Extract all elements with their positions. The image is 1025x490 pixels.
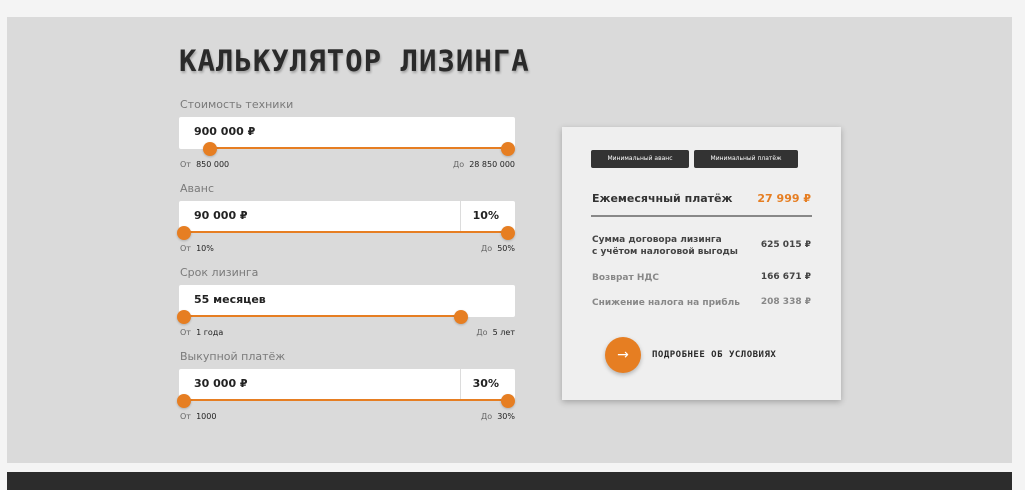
advance-label: Аванс <box>180 182 214 195</box>
arrow-right-icon: → <box>617 347 629 363</box>
term-slider-handle[interactable] <box>454 310 468 324</box>
term-value: 55 месяцев <box>194 293 266 306</box>
tax-reduction-value: 208 338 ₽ <box>760 297 811 307</box>
min-advance-button[interactable]: Минимальный аванс <box>591 150 689 168</box>
term-label: Срок лизинга <box>180 266 259 279</box>
min-payment-button[interactable]: Минимальный платёж <box>694 150 798 168</box>
cost-slider-track[interactable] <box>210 147 508 149</box>
cost-value: 900 000 ₽ <box>194 125 256 138</box>
buyout-label: Выкупной платёж <box>180 350 286 363</box>
cost-input[interactable]: 900 000 ₽ <box>179 117 515 149</box>
tax-reduction-label: Снижение налога на прибль <box>592 298 740 308</box>
monthly-payment-label: Ежемесячный платёж <box>592 192 733 205</box>
vat-return-value: 166 671 ₽ <box>760 272 811 282</box>
buyout-slider-handle-min[interactable] <box>177 394 191 408</box>
term-slider-handle-min[interactable] <box>177 310 191 324</box>
advance-slider-handle-min[interactable] <box>177 226 191 240</box>
contract-sum-value: 625 015 ₽ <box>760 240 811 250</box>
cost-slider-handle-min[interactable] <box>203 142 217 156</box>
buyout-input[interactable]: 30 000 ₽ 30% <box>179 369 515 401</box>
term-slider-track[interactable] <box>184 315 461 317</box>
advance-input[interactable]: 90 000 ₽ 10% <box>179 201 515 233</box>
more-details-button[interactable]: → <box>605 337 641 373</box>
more-details-link[interactable]: ПОДРОБНЕЕ ОБ УСЛОВИЯХ <box>652 350 776 360</box>
divider <box>591 215 812 217</box>
buyout-value: 30 000 ₽ <box>194 377 248 390</box>
buyout-slider-track[interactable] <box>184 399 508 401</box>
footer <box>7 472 1012 490</box>
summary-card: Минимальный аванс Минимальный платёж Еже… <box>562 127 841 400</box>
monthly-payment-value: 27 999 ₽ <box>757 192 811 205</box>
contract-sum-label: Сумма договора лизинга с учётом налогово… <box>592 235 738 257</box>
cost-label: Стоимость техники <box>180 98 294 111</box>
cost-slider-handle[interactable] <box>501 142 515 156</box>
advance-value: 90 000 ₽ <box>194 209 248 222</box>
page-title: КАЛЬКУЛЯТОР ЛИЗИНГА <box>179 44 530 78</box>
buyout-slider-handle[interactable] <box>501 394 515 408</box>
vat-return-label: Возврат НДС <box>592 273 659 283</box>
advance-slider-handle[interactable] <box>501 226 515 240</box>
advance-slider-track[interactable] <box>184 231 508 233</box>
